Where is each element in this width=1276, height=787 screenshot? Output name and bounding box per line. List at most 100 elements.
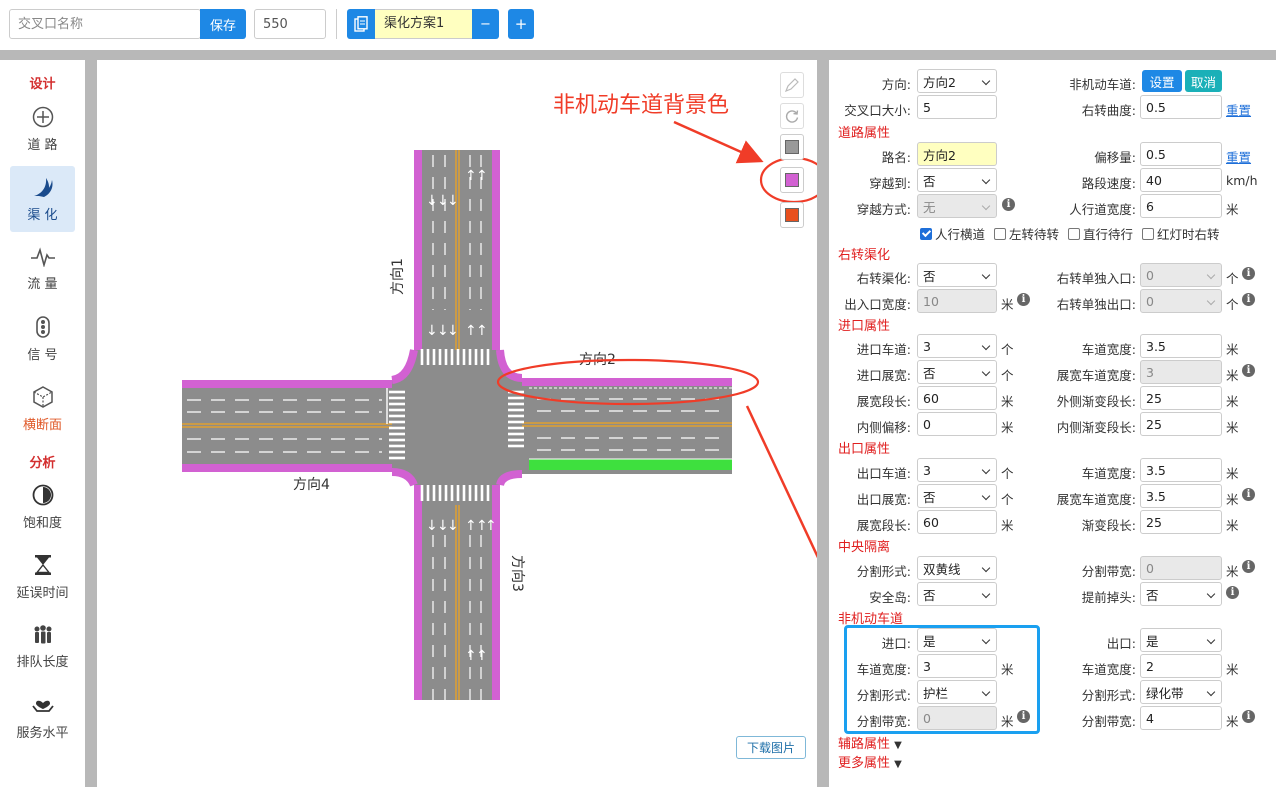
red-light-right-checkbox[interactable]: 红灯时右转: [1142, 224, 1220, 243]
median-form-select[interactable]: 双黄线: [917, 556, 997, 580]
info-icon[interactable]: i: [1242, 710, 1255, 723]
intersection-name-input[interactable]: [9, 9, 201, 39]
exit-widen-select[interactable]: 否: [917, 484, 997, 508]
outer-taper-input[interactable]: 25: [1140, 386, 1222, 410]
bike-exit-div-width-unit: 米: [1226, 714, 1239, 729]
bike-exit-div-width-label: 分割带宽:: [1081, 714, 1136, 729]
info-icon[interactable]: i: [1242, 488, 1255, 501]
right-exit-select[interactable]: 0: [1140, 289, 1222, 313]
bike-exit-div-width-input[interactable]: 4: [1140, 706, 1222, 730]
info-icon[interactable]: i: [1242, 293, 1255, 306]
sidebar-item-delay[interactable]: 延误时间: [10, 544, 75, 610]
sidebar-item-channel[interactable]: 渠 化: [10, 166, 75, 232]
add-scheme-button[interactable]: +: [508, 9, 534, 39]
entry-widen-value: 否: [923, 365, 936, 381]
toolbar-divider: [336, 9, 337, 39]
info-icon[interactable]: i: [1242, 560, 1255, 573]
info-icon[interactable]: i: [1242, 364, 1255, 377]
save-button[interactable]: 保存: [200, 9, 246, 39]
aux-road-toggle[interactable]: 辅路属性 ▼: [838, 733, 902, 752]
early-uturn-select[interactable]: 否: [1140, 582, 1222, 606]
direction-select[interactable]: 方向2: [917, 69, 997, 93]
crosswalk-checkbox[interactable]: 人行横道: [920, 224, 985, 243]
intersection-canvas[interactable]: ↓ ↓ ↓ ↓ ↓ ↓ ↑ ↑ ↑ ↑ ↓ ↓ ↓ ↑ ↑ ↑ ↑ ↑ 方向1 …: [97, 60, 817, 787]
offset-input[interactable]: 0.5: [1140, 142, 1222, 166]
speed-input[interactable]: 40: [1140, 168, 1222, 192]
entry-widen-unit: 个: [1001, 368, 1014, 383]
size-input[interactable]: 5: [917, 95, 997, 119]
bike-entry-width-input[interactable]: 3: [917, 654, 997, 678]
right-channel-select[interactable]: 否: [917, 263, 997, 287]
exit-taper-input[interactable]: 25: [1140, 510, 1222, 534]
road-direction-4[interactable]: [182, 380, 392, 472]
color-swatch-gray[interactable]: [780, 134, 804, 160]
intersection-center[interactable]: [389, 348, 524, 501]
annotation-arrow-1: [673, 120, 764, 164]
io-width-input[interactable]: 10: [917, 289, 997, 313]
entry-lanes-select[interactable]: 3: [917, 334, 997, 358]
bike-exit-form-select[interactable]: 绿化带: [1140, 680, 1222, 704]
scheme-name-field[interactable]: 渠化方案1: [375, 9, 472, 39]
entry-widen-lane-width-input[interactable]: 3: [1140, 360, 1222, 384]
cross-mode-select[interactable]: 无: [917, 194, 997, 218]
bike-exit-select[interactable]: 是: [1140, 628, 1222, 652]
size-input[interactable]: [254, 9, 326, 39]
inner-offset-input[interactable]: 0: [917, 412, 997, 436]
color-swatch-purple[interactable]: [780, 167, 804, 193]
bike-entry-label: 进口:: [881, 636, 911, 651]
bike-entry-select[interactable]: 是: [917, 628, 997, 652]
exit-widen-len-input[interactable]: 60: [917, 510, 997, 534]
intersection-drawing[interactable]: ↓ ↓↓ ↓ ↓↓ ↑ ↑ ↑ ↑ ↓ ↓↓ ↑ ↑↑ ↑ ↑ 方向1 方向2 …: [97, 60, 817, 787]
straight-wait-checkbox[interactable]: 直行待行: [1068, 224, 1133, 243]
median-width-input[interactable]: 0: [1140, 556, 1222, 580]
right-curve-input[interactable]: 0.5: [1140, 95, 1222, 119]
sidebar-item-cross-section[interactable]: 横断面: [10, 376, 75, 442]
inner-taper-unit: 米: [1226, 420, 1239, 435]
island-label: 安全岛:: [869, 590, 911, 605]
sidebar-item-saturation[interactable]: 饱和度: [10, 474, 75, 540]
exit-lanes-select[interactable]: 3: [917, 458, 997, 482]
refresh-tool[interactable]: [780, 103, 804, 129]
exit-widen-lane-width-input[interactable]: 3.5: [1140, 484, 1222, 508]
document-icon[interactable]: [347, 9, 375, 39]
bike-exit-width-input[interactable]: 2: [1140, 654, 1222, 678]
remove-scheme-button[interactable]: −: [472, 9, 499, 39]
download-image-button[interactable]: 下载图片: [736, 736, 806, 759]
entry-widen-select[interactable]: 否: [917, 360, 997, 384]
color-swatch-orange[interactable]: [780, 202, 804, 228]
entry-widen-len-input[interactable]: 60: [917, 386, 997, 410]
bike-entry-div-width-label: 分割带宽:: [856, 714, 911, 729]
sidebar-item-queue[interactable]: 排队长度: [10, 614, 75, 680]
reset-curve-link[interactable]: 重置: [1226, 100, 1251, 119]
sidebar-item-road[interactable]: 道 路: [10, 96, 75, 162]
exit-lane-width-input[interactable]: 3.5: [1140, 458, 1222, 482]
right-entry-select[interactable]: 0: [1140, 263, 1222, 287]
sidebar-item-flow[interactable]: 流 量: [10, 236, 75, 302]
property-panel: 方向: 方向2 非机动车道: 设置 取消 交叉口大小: 5 右转曲度: 0.5 …: [829, 60, 1276, 787]
info-icon[interactable]: i: [1242, 267, 1255, 280]
early-uturn-value: 否: [1146, 587, 1159, 603]
sidewalk-width-input[interactable]: 6: [1140, 194, 1222, 218]
road-name-input[interactable]: 方向2: [917, 142, 997, 166]
left-wait-checkbox[interactable]: 左转待转: [994, 224, 1059, 243]
set-button[interactable]: 设置: [1142, 70, 1182, 92]
road-direction-1[interactable]: ↓ ↓↓ ↓ ↓↓ ↑ ↑ ↑ ↑: [414, 150, 500, 350]
road-direction-2[interactable]: [522, 378, 732, 474]
island-select[interactable]: 否: [917, 582, 997, 606]
direction-value: 方向2: [923, 74, 956, 90]
entry-lane-width-input[interactable]: 3.5: [1140, 334, 1222, 358]
section-road-properties: 道路属性: [838, 126, 891, 141]
bike-entry-div-width-input[interactable]: 0: [917, 706, 997, 730]
info-icon[interactable]: i: [1002, 198, 1015, 211]
pen-tool[interactable]: [780, 72, 804, 98]
sidebar-item-service-level[interactable]: 服务水平: [10, 684, 75, 750]
bike-entry-form-select[interactable]: 护栏: [917, 680, 997, 704]
cross-to-select[interactable]: 否: [917, 168, 997, 192]
cancel-button[interactable]: 取消: [1185, 70, 1222, 92]
sidebar-item-signal[interactable]: 信 号: [10, 306, 75, 372]
reset-offset-link[interactable]: 重置: [1226, 147, 1251, 166]
info-icon[interactable]: i: [1226, 586, 1239, 599]
inner-taper-input[interactable]: 25: [1140, 412, 1222, 436]
more-properties-toggle[interactable]: 更多属性 ▼: [838, 752, 902, 771]
road-direction-3[interactable]: ↓ ↓↓ ↑ ↑↑ ↑ ↑: [414, 485, 500, 700]
